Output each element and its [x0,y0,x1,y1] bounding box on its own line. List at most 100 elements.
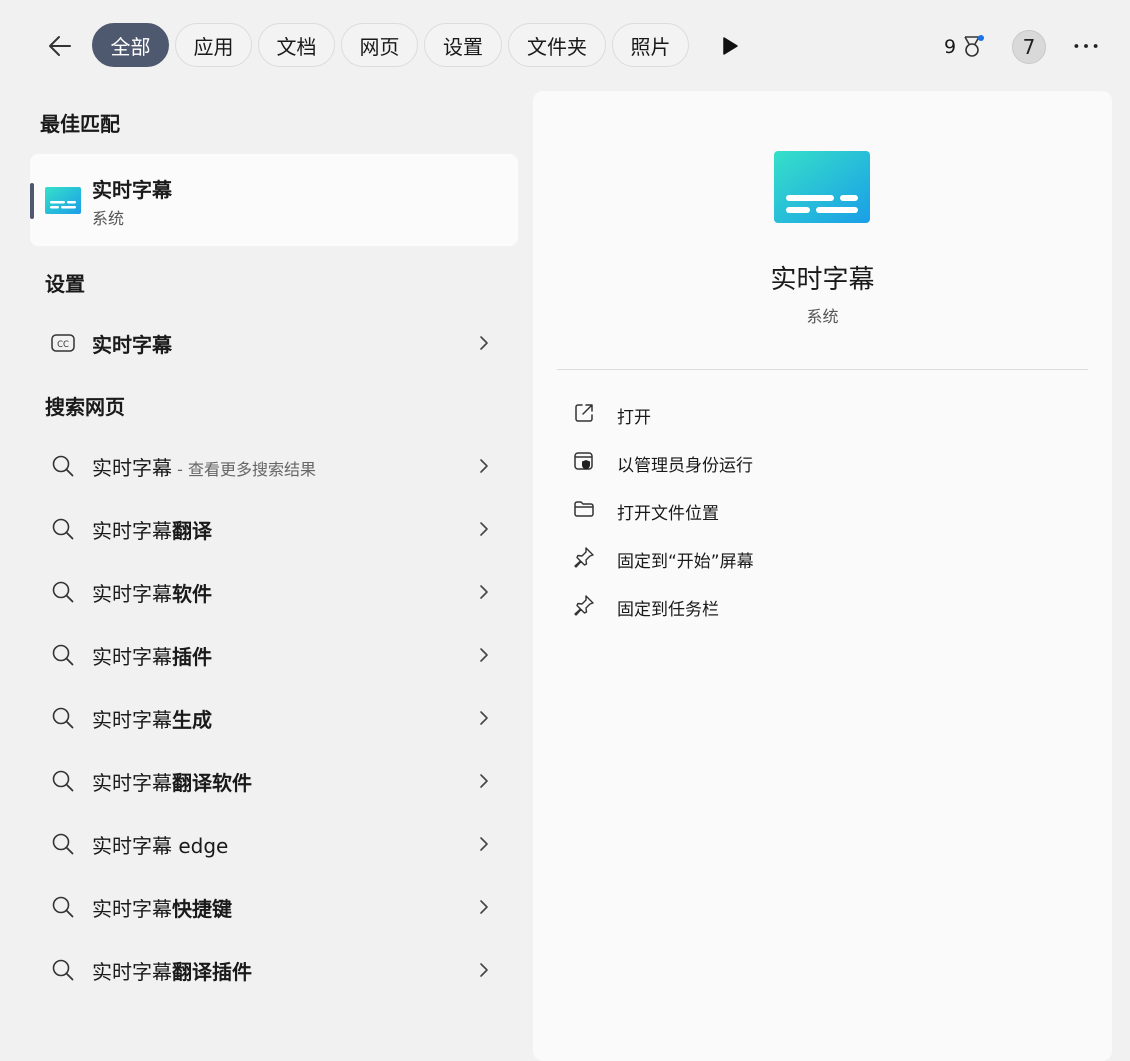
suggestion-label: 实时字幕翻译软件 [92,767,252,796]
suggestion-query: 实时字幕 [92,897,172,921]
suggestion-query: 实时字幕 [92,708,172,732]
search-icon [52,644,74,666]
chevron-right-icon [480,336,488,350]
settings-heading: 设置 [45,272,85,296]
open-external-icon [575,404,593,422]
pin-icon [574,595,594,616]
action-open[interactable]: 打开 [569,393,1069,433]
search-filter-bar: 全部 应用 文档 网页 设置 文件夹 照片 9 7 [0,0,1130,92]
search-icon [52,581,74,603]
suggestion-completion: 插件 [172,645,212,669]
suggestion-completion: 生成 [172,708,212,732]
action-pin-to-taskbar[interactable]: 固定到任务栏 [569,585,1069,625]
web-search-suggestion[interactable]: 实时字幕插件 [36,627,508,683]
web-search-suggestion[interactable]: 实时字幕翻译 [36,501,508,557]
tab-settings[interactable]: 设置 [424,23,502,67]
action-pin-to-start-label: 固定到“开始”屏幕 [617,552,754,572]
tab-photos[interactable]: 照片 [612,23,689,67]
suggestion-completion: 翻译插件 [172,960,252,984]
suggestion-query: 实时字幕 [92,456,172,480]
folder-icon [574,501,594,517]
live-captions-large-icon [774,151,870,223]
pin-icon [574,547,594,568]
chevron-right-icon [480,774,488,788]
suggestion-query: 实时字幕 [92,771,172,795]
points-count: 9 [944,36,957,58]
suggestion-query: 实时字幕 [92,582,172,606]
settings-result-label: 实时字幕 [92,333,172,357]
tab-web[interactable]: 网页 [341,23,418,67]
suggestion-label: 实时字幕快捷键 [92,893,232,922]
settings-result-live-captions[interactable]: CC 实时字幕 [36,315,508,371]
tab-documents[interactable]: 文档 [258,23,335,67]
suggestion-query: 实时字幕 edge [92,834,229,858]
suggestion-query: 实时字幕 [92,519,172,543]
back-button[interactable] [44,30,76,62]
more-options-icon[interactable] [1070,34,1102,58]
chevron-right-icon [480,963,488,977]
web-search-suggestion[interactable]: 实时字幕生成 [36,690,508,746]
selection-indicator [30,183,34,219]
action-pin-to-start[interactable]: 固定到“开始”屏幕 [569,537,1069,577]
action-open-file-location[interactable]: 打开文件位置 [569,489,1069,529]
search-icon [52,896,74,918]
detail-pane: 实时字幕 系统 打开 以管理员身份运行 打开文件位置 固定到“开始”屏幕 固定到… [533,91,1112,1061]
suggestion-label: 实时字幕翻译 [92,515,212,544]
divider [557,369,1088,370]
suggestion-completion: 翻译软件 [172,771,252,795]
web-search-suggestion[interactable]: 实时字幕 - 查看更多搜索结果 [36,438,508,494]
web-search-suggestion[interactable]: 实时字幕翻译软件 [36,753,508,809]
action-run-as-admin[interactable]: 以管理员身份运行 [569,441,1069,481]
suggestion-label: 实时字幕 edge [92,830,228,859]
back-arrow-icon [49,36,71,56]
suggestion-completion: 翻译 [172,519,212,543]
search-icon [52,833,74,855]
action-open-file-location-label: 打开文件位置 [617,504,719,524]
action-run-as-admin-label: 以管理员身份运行 [617,456,753,476]
best-match-name: 实时字幕 [92,178,172,202]
tab-all[interactable]: 全部 [92,23,169,67]
suggestion-label: 实时字幕软件 [92,578,212,607]
best-match-type: 系统 [92,209,125,228]
chevron-right-icon [480,585,488,599]
chevron-right-icon [480,711,488,725]
run-as-admin-icon [574,452,593,470]
chevron-right-icon [480,459,488,473]
search-icon [52,455,74,477]
best-match-heading: 最佳匹配 [40,112,120,136]
best-match-item[interactable]: 实时字幕 系统 [30,154,518,246]
chevron-right-icon [480,648,488,662]
suggestion-label: 实时字幕翻译插件 [92,956,252,985]
account-avatar[interactable]: 7 [1012,30,1046,64]
suggestion-query: 实时字幕 [92,960,172,984]
live-captions-icon [45,187,81,214]
chevron-right-icon [480,837,488,851]
search-icon [52,959,74,981]
play-icon [723,37,738,55]
action-open-label: 打开 [617,408,651,428]
detail-subtitle: 系统 [806,307,839,326]
rewards-points[interactable]: 9 [944,34,985,60]
search-icon [52,707,74,729]
medal-icon [960,34,985,60]
svg-text:CC: CC [57,340,69,350]
action-pin-to-taskbar-label: 固定到任务栏 [617,600,719,620]
suggestion-hint: - 查看更多搜索结果 [172,460,316,479]
detail-title: 实时字幕 [770,265,875,295]
web-search-suggestion[interactable]: 实时字幕快捷键 [36,879,508,935]
tab-apps[interactable]: 应用 [175,23,252,67]
tab-folders[interactable]: 文件夹 [508,23,606,67]
web-search-suggestion[interactable]: 实时字幕 edge [36,816,508,872]
more-filters-button[interactable] [718,33,742,59]
chevron-right-icon [480,522,488,536]
web-search-suggestion[interactable]: 实时字幕翻译插件 [36,942,508,998]
suggestion-query: 实时字幕 [92,645,172,669]
suggestion-label: 实时字幕插件 [92,641,212,670]
search-web-heading: 搜索网页 [45,395,125,419]
closed-captions-icon: CC [51,334,75,352]
search-icon [52,770,74,792]
chevron-right-icon [480,900,488,914]
suggestion-completion: 软件 [172,582,212,606]
web-search-suggestion[interactable]: 实时字幕软件 [36,564,508,620]
suggestion-label: 实时字幕 - 查看更多搜索结果 [92,452,316,481]
